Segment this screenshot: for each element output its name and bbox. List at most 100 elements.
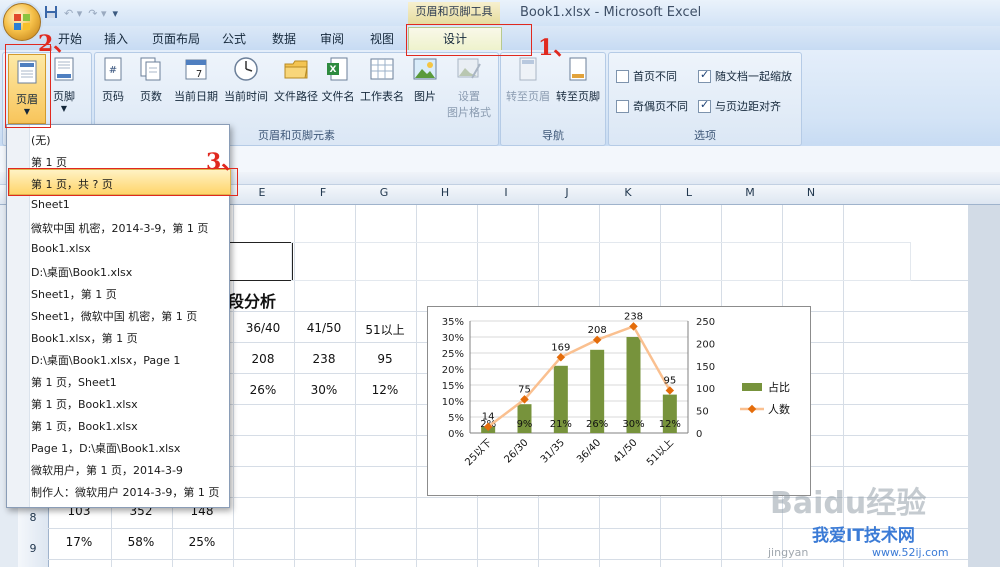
goto-footer-label: 转至页脚 [556, 90, 600, 103]
line-data-label: 238 [624, 311, 643, 322]
page-count-button[interactable]: 页数 [136, 56, 166, 104]
dropdown-item[interactable]: 制作人：微软用户 2014-3-9，第 1 页 [31, 484, 219, 500]
table-cell[interactable]: 17% [49, 535, 109, 549]
chart-svg: 0%5%10%15%20%25%30%35%0501001502002502%2… [442, 311, 790, 468]
y-left-tick-label: 20% [442, 365, 464, 376]
x-tick-label: 26/30 [502, 437, 530, 465]
sheet-name-button[interactable]: 工作表名 [358, 56, 406, 104]
tab-view[interactable]: 视图 [370, 30, 394, 47]
file-path-label: 文件路径 [274, 90, 318, 103]
picture-button[interactable]: 图片 [410, 56, 440, 104]
dropdown-item[interactable]: 第 1 页，Sheet1 [31, 374, 117, 390]
table-header-cell[interactable]: 41/50 [294, 321, 354, 335]
folder-icon [284, 60, 308, 79]
odd-even-different-checkbox[interactable]: 奇偶页不同 [616, 98, 688, 114]
tab-review[interactable]: 审阅 [320, 30, 344, 47]
header-edit-box[interactable] [228, 242, 293, 281]
column-header[interactable]: J [537, 186, 597, 199]
dropdown-item[interactable]: Page 1，D:\桌面\Book1.xlsx [31, 440, 180, 456]
column-header[interactable]: M [720, 186, 780, 199]
checkbox-label: 随文档一起缩放 [715, 70, 792, 83]
y-left-tick-label: 30% [442, 333, 464, 344]
site-url-watermark: www.52ij.com [872, 546, 949, 559]
dropdown-item[interactable]: 微软用户，第 1 页，2014-3-9 [31, 462, 183, 478]
table-cell[interactable]: 95 [355, 352, 415, 366]
tab-data[interactable]: 数据 [272, 30, 296, 47]
footer-button-label: 页脚 [53, 90, 75, 103]
align-margins-checkbox[interactable]: 与页边距对齐 [698, 98, 781, 114]
first-page-different-checkbox[interactable]: 首页不同 [616, 68, 677, 84]
table-header-cell[interactable]: 36/40 [233, 321, 293, 335]
baidu-url-watermark: jingyan [768, 546, 809, 559]
file-name-button[interactable]: X 文件名 [320, 56, 356, 104]
save-icon[interactable] [44, 5, 58, 22]
page-margin-area [968, 205, 1000, 567]
y-right-tick-label: 50 [696, 407, 709, 418]
x-tick-label: 41/50 [611, 437, 639, 465]
picture-label: 图片 [414, 90, 436, 103]
column-header[interactable]: N [781, 186, 841, 199]
dropdown-item[interactable]: 第 1 页，Book1.xlsx [31, 418, 138, 434]
table-cell[interactable]: 26% [233, 383, 293, 397]
column-header[interactable]: I [476, 186, 536, 199]
goto-header-label: 转至页眉 [506, 90, 550, 103]
tab-formulas[interactable]: 公式 [222, 30, 246, 47]
header-section-right[interactable] [291, 242, 911, 281]
row-header[interactable]: 9 [18, 542, 48, 555]
dropdown-item[interactable]: 微软中国 机密，2014-3-9，第 1 页 [31, 220, 208, 236]
column-header[interactable]: H [415, 186, 475, 199]
chart-object[interactable]: 0%5%10%15%20%25%30%35%0501001502002502%2… [427, 306, 811, 496]
column-header[interactable]: F [293, 186, 353, 199]
page-number-button[interactable]: # 页码 [98, 56, 128, 104]
column-header[interactable]: E [232, 186, 292, 199]
checkbox-label: 与页边距对齐 [715, 100, 781, 113]
file-name-label: 文件名 [321, 90, 355, 103]
table-cell[interactable]: 25% [172, 535, 232, 549]
dropdown-item[interactable]: D:\桌面\Book1.xlsx，Page 1 [31, 352, 180, 368]
y-left-tick-label: 10% [442, 397, 464, 408]
dropdown-item[interactable]: 第 1 页，Book1.xlsx [31, 396, 138, 412]
line-series [487, 324, 671, 428]
table-cell[interactable]: 30% [294, 383, 354, 397]
row-header[interactable]: 8 [18, 511, 48, 524]
dropdown-item[interactable]: Sheet1，微软中国 机密，第 1 页 [31, 308, 197, 324]
undo-icon[interactable]: ↶ ▾ [64, 7, 82, 20]
scale-with-document-checkbox[interactable]: 随文档一起缩放 [698, 68, 792, 84]
redo-icon[interactable]: ↷ ▾ [88, 7, 106, 20]
file-path-button[interactable]: 文件路径 [272, 56, 320, 104]
table-cell[interactable]: 208 [233, 352, 293, 366]
annotation-step-2: 2、 [38, 31, 76, 57]
table-cell[interactable]: 12% [355, 383, 415, 397]
tab-insert[interactable]: 插入 [104, 30, 128, 47]
current-time-button[interactable]: 当前时间 [222, 56, 270, 104]
line-data-label: 208 [588, 325, 607, 336]
svg-text:X: X [330, 65, 337, 75]
table-header-cell[interactable]: 51以上 [355, 321, 415, 338]
current-date-button[interactable]: 7 当前日期 [172, 56, 220, 104]
column-header[interactable]: G [354, 186, 414, 199]
table-cell[interactable]: 58% [111, 535, 171, 549]
current-date-label: 当前日期 [174, 90, 218, 103]
y-right-tick-label: 200 [696, 339, 715, 350]
format-picture-button[interactable]: 设置 图片格式 [444, 56, 494, 120]
tab-page-layout[interactable]: 页面布局 [152, 30, 200, 47]
legend-marker [747, 404, 757, 414]
checkbox-box [616, 99, 629, 113]
office-button[interactable] [3, 3, 41, 41]
checkbox-box [698, 98, 711, 113]
dropdown-item[interactable]: D:\桌面\Book1.xlsx [31, 264, 132, 280]
goto-footer-button[interactable]: 转至页脚 [554, 56, 602, 104]
dropdown-item[interactable]: Book1.xlsx，第 1 页 [31, 330, 138, 346]
goto-header-button[interactable]: 转至页眉 [504, 56, 552, 104]
y-left-tick-label: 0% [448, 429, 464, 440]
dropdown-item[interactable]: (无) [31, 132, 51, 148]
dropdown-item[interactable]: Sheet1，第 1 页 [31, 286, 117, 302]
dropdown-item[interactable]: Book1.xlsx [31, 242, 91, 255]
customize-qat-icon[interactable]: ▾ [113, 7, 119, 20]
table-cell[interactable]: 238 [294, 352, 354, 366]
column-header[interactable]: L [659, 186, 719, 199]
column-header[interactable]: K [598, 186, 658, 199]
bar-data-label: 9% [517, 419, 533, 430]
footer-button[interactable]: 页脚 ▼ [48, 56, 80, 113]
dropdown-item[interactable]: Sheet1 [31, 198, 70, 211]
